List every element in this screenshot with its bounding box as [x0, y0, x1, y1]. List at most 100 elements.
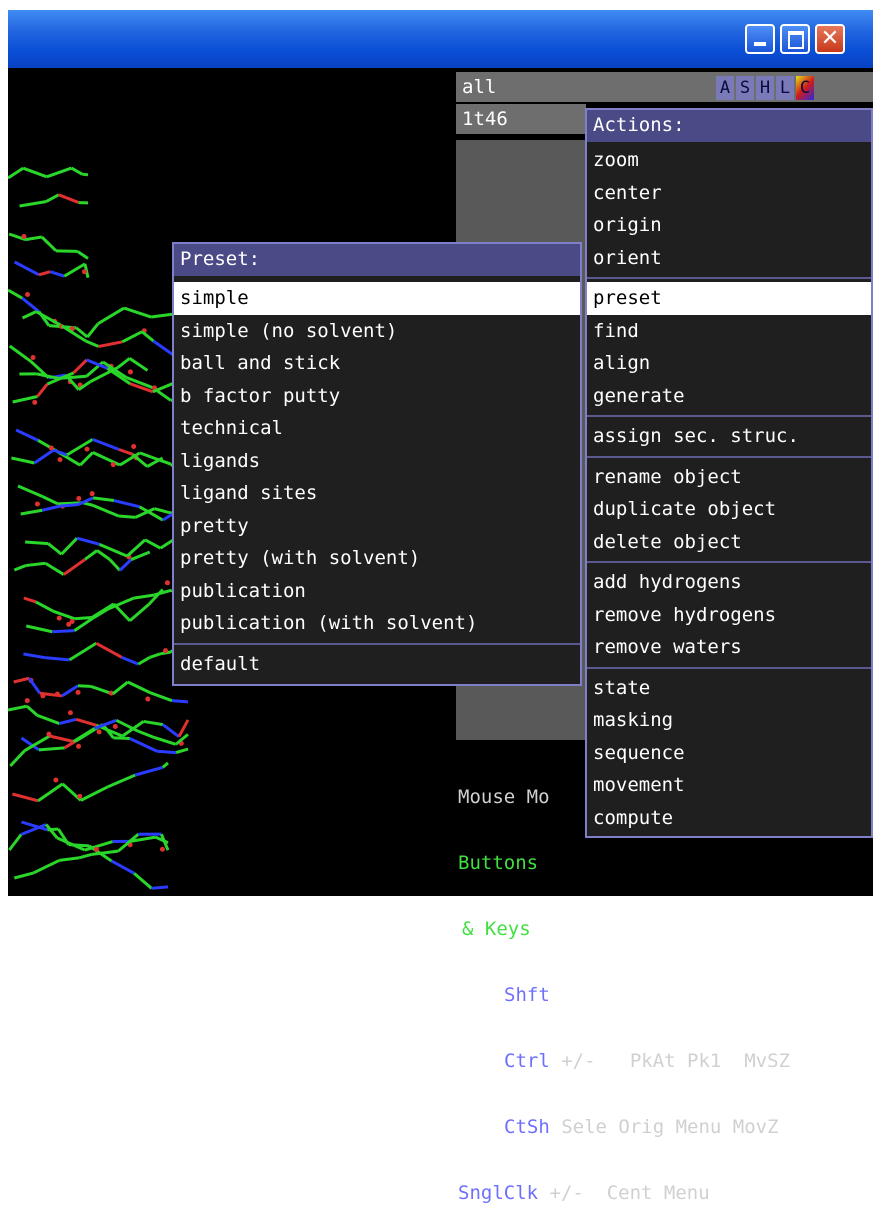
water-atom [97, 729, 102, 734]
bond [138, 731, 154, 737]
bond [157, 751, 176, 752]
menu-item-masking[interactable]: masking [587, 704, 871, 737]
water-atom [77, 794, 82, 799]
water-atom [55, 692, 60, 697]
bond [130, 358, 148, 370]
preset-item-default[interactable]: default [174, 648, 580, 681]
bond [163, 763, 168, 767]
water-atom [53, 778, 58, 783]
menu-item-zoom[interactable]: zoom [587, 144, 871, 177]
bond [130, 738, 157, 751]
preset-item-ligand-sites[interactable]: ligand sites [174, 477, 580, 510]
bond [142, 332, 153, 341]
bond [46, 658, 70, 660]
menu-separator [587, 277, 871, 279]
preset-item-ball-and-stick[interactable]: ball and stick [174, 347, 580, 380]
water-atom [25, 698, 30, 703]
menu-item-assign-sec-struc[interactable]: assign sec. struc. [587, 420, 871, 453]
menu-item-generate[interactable]: generate [587, 380, 871, 413]
menu-item-align[interactable]: align [587, 347, 871, 380]
menu-item-state[interactable]: state [587, 672, 871, 705]
menu-separator [587, 456, 871, 458]
hide-button-h[interactable]: H [756, 76, 774, 100]
label-button-l[interactable]: L [776, 76, 794, 100]
water-atom [57, 616, 62, 621]
menu-item-add-hydrogens[interactable]: add hydrogens [587, 566, 871, 599]
menu-item-origin[interactable]: origin [587, 209, 871, 242]
menu-item-find[interactable]: find [587, 315, 871, 348]
bond [93, 439, 119, 449]
bond [9, 835, 21, 850]
maximize-button[interactable] [780, 24, 810, 54]
menu-item-orient[interactable]: orient [587, 242, 871, 275]
menu-item-preset[interactable]: preset [587, 282, 871, 315]
bond [98, 308, 124, 324]
preset-item-pretty[interactable]: pretty [174, 510, 580, 543]
bond [128, 682, 150, 693]
preset-menu-title: Preset: [174, 244, 580, 276]
bond [131, 552, 150, 560]
bond [74, 617, 92, 618]
preset-item-b-factor-putty[interactable]: b factor putty [174, 380, 580, 413]
preset-item-simple-no-solvent[interactable]: simple (no solvent) [174, 315, 580, 348]
menu-item-duplicate-object[interactable]: duplicate object [587, 493, 871, 526]
bond [134, 873, 151, 888]
bond [20, 202, 46, 206]
preset-item-publication[interactable]: publication [174, 575, 580, 608]
color-button-c[interactable]: C [796, 76, 814, 100]
water-atom [145, 697, 150, 702]
menu-item-rename-object[interactable]: rename object [587, 461, 871, 494]
menu-item-center[interactable]: center [587, 177, 871, 210]
bond [14, 678, 30, 682]
menu-item-sequence[interactable]: sequence [587, 737, 871, 770]
bond [114, 501, 140, 507]
actions-menu-title: Actions: [587, 110, 871, 142]
mouse-keys-label: & Keys [458, 918, 873, 940]
bond [154, 509, 169, 513]
sngl-row-values: +/- Cent Menu [550, 1182, 710, 1204]
water-atom [58, 457, 63, 462]
bond [120, 560, 131, 571]
water-atom [128, 369, 133, 374]
bond [39, 748, 65, 750]
bond [113, 682, 128, 694]
mouse-buttons-label: Buttons [458, 852, 873, 874]
show-button-s[interactable]: S [736, 76, 754, 100]
water-atom [84, 447, 89, 452]
object-row-1t46[interactable]: 1t46 [456, 104, 586, 134]
preset-item-publication-with-solvent[interactable]: publication (with solvent) [174, 607, 580, 640]
bond [50, 272, 64, 277]
close-icon: ✕ [817, 24, 843, 54]
preset-item-ligands[interactable]: ligands [174, 445, 580, 478]
preset-item-technical[interactable]: technical [174, 412, 580, 445]
menu-item-remove-waters[interactable]: remove waters [587, 631, 871, 664]
bond [33, 860, 59, 873]
bond [8, 706, 27, 710]
preset-item-simple[interactable]: simple [174, 282, 580, 315]
menu-item-movement[interactable]: movement [587, 769, 871, 802]
bond [23, 168, 47, 177]
bond [8, 290, 22, 298]
ctsh-row-values: Sele Orig Menu MovZ [561, 1116, 778, 1138]
bond [86, 341, 99, 347]
bond [59, 195, 79, 203]
minimize-button[interactable] [745, 24, 775, 54]
close-button[interactable]: ✕ [815, 24, 845, 54]
bond [11, 458, 34, 463]
action-button-a[interactable]: A [716, 76, 734, 100]
bond [21, 510, 43, 514]
bond [53, 611, 74, 619]
bond [61, 538, 77, 554]
water-atom [131, 444, 136, 449]
window-title-bar [8, 10, 873, 68]
menu-item-remove-hydrogens[interactable]: remove hydrogens [587, 599, 871, 632]
water-atom [49, 445, 54, 450]
bond [80, 452, 93, 465]
water-atom [113, 724, 118, 729]
menu-item-delete-object[interactable]: delete object [587, 526, 871, 559]
menu-item-compute[interactable]: compute [587, 802, 871, 835]
bond [119, 516, 136, 517]
bond [99, 342, 123, 347]
bond [10, 346, 31, 361]
preset-item-pretty-with-solvent[interactable]: pretty (with solvent) [174, 542, 580, 575]
